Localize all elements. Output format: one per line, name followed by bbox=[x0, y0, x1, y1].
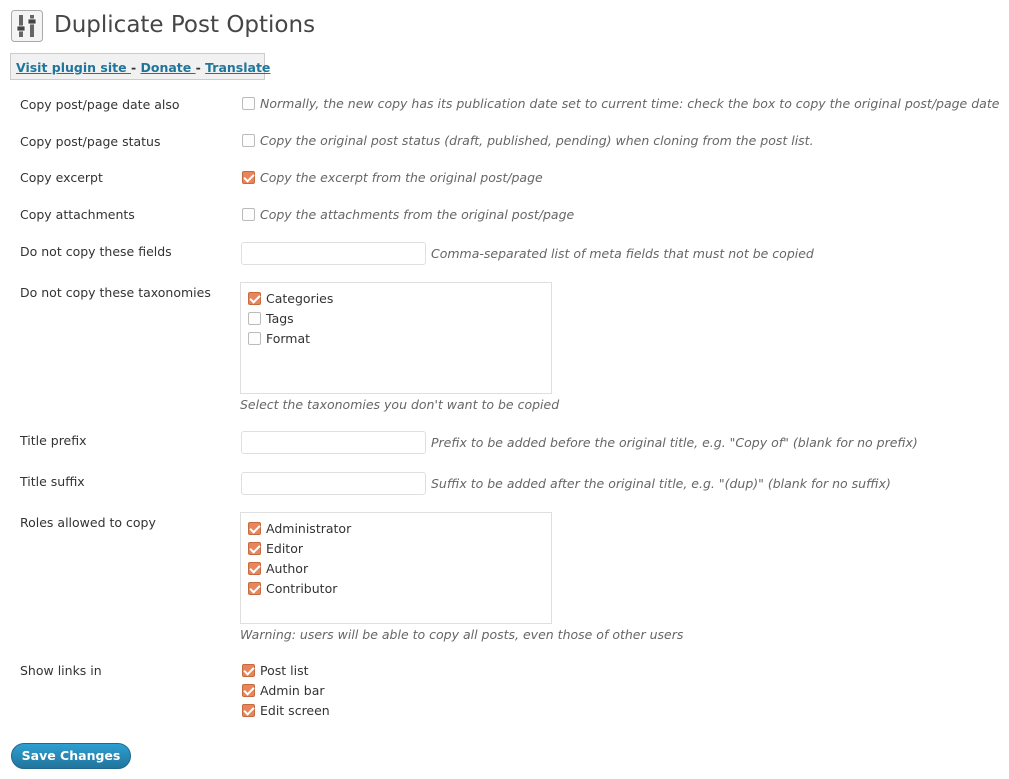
link-separator: - bbox=[195, 60, 206, 75]
role-author-label: Author bbox=[266, 561, 309, 576]
copy-excerpt-description: Copy the excerpt from the original post/… bbox=[260, 170, 543, 185]
role-editor-label: Editor bbox=[266, 541, 303, 556]
settings-sliders-icon bbox=[11, 10, 43, 42]
taxonomy-tags-label: Tags bbox=[266, 311, 294, 326]
title-prefix-description: Prefix to be added before the original t… bbox=[431, 435, 918, 450]
taxonomies-label: Do not copy these taxonomies bbox=[20, 285, 211, 300]
show-edit-screen-checkbox[interactable] bbox=[242, 704, 255, 717]
copy-date-label: Copy post/page date also bbox=[20, 97, 180, 112]
role-contributor-checkbox[interactable] bbox=[248, 582, 261, 595]
copy-attachments-checkbox[interactable] bbox=[242, 208, 255, 221]
role-administrator-label: Administrator bbox=[266, 521, 352, 536]
roles-warning: Warning: users will be able to copy all … bbox=[240, 627, 684, 642]
show-admin-bar-checkbox[interactable] bbox=[242, 684, 255, 697]
donate-link[interactable]: Donate bbox=[140, 60, 195, 75]
copy-status-description: Copy the original post status (draft, pu… bbox=[260, 133, 814, 148]
show-links-label: Show links in bbox=[20, 663, 102, 678]
save-changes-button[interactable]: Save Changes bbox=[11, 743, 131, 769]
show-admin-bar-label: Admin bar bbox=[260, 683, 325, 698]
taxonomy-categories-checkbox[interactable] bbox=[248, 292, 261, 305]
roles-label: Roles allowed to copy bbox=[20, 515, 156, 530]
translate-link[interactable]: Translate bbox=[205, 60, 270, 75]
show-post-list-checkbox[interactable] bbox=[242, 664, 255, 677]
taxonomy-categories-label: Categories bbox=[266, 291, 334, 306]
page-title: Duplicate Post Options bbox=[54, 12, 316, 38]
title-suffix-input[interactable] bbox=[241, 472, 426, 495]
copy-status-checkbox[interactable] bbox=[242, 134, 255, 147]
copy-status-label: Copy post/page status bbox=[20, 134, 161, 149]
title-suffix-description: Suffix to be added after the original ti… bbox=[431, 476, 891, 491]
meta-blacklist-input[interactable] bbox=[241, 242, 426, 265]
copy-excerpt-label: Copy excerpt bbox=[20, 170, 103, 185]
show-edit-screen-label: Edit screen bbox=[260, 703, 330, 718]
taxonomy-format-label: Format bbox=[266, 331, 311, 346]
copy-date-description: Normally, the new copy has its publicati… bbox=[260, 96, 1000, 111]
copy-attachments-label: Copy attachments bbox=[20, 207, 135, 222]
copy-attachments-description: Copy the attachments from the original p… bbox=[260, 207, 575, 222]
role-author-checkbox[interactable] bbox=[248, 562, 261, 575]
role-administrator-checkbox[interactable] bbox=[248, 522, 261, 535]
taxonomy-tags-checkbox[interactable] bbox=[248, 312, 261, 325]
meta-blacklist-label: Do not copy these fields bbox=[20, 244, 172, 259]
copy-date-checkbox[interactable] bbox=[242, 97, 255, 110]
visit-plugin-site-link[interactable]: Visit plugin site bbox=[16, 60, 131, 75]
copy-excerpt-checkbox[interactable] bbox=[242, 171, 255, 184]
title-prefix-label: Title prefix bbox=[20, 433, 87, 448]
plugin-links-bar: Visit plugin site - Donate - Translate bbox=[10, 53, 270, 80]
show-post-list-label: Post list bbox=[260, 663, 309, 678]
taxonomy-format-checkbox[interactable] bbox=[248, 332, 261, 345]
meta-blacklist-description: Comma-separated list of meta fields that… bbox=[431, 246, 814, 261]
title-prefix-input[interactable] bbox=[241, 431, 426, 454]
role-contributor-label: Contributor bbox=[266, 581, 338, 596]
role-editor-checkbox[interactable] bbox=[248, 542, 261, 555]
title-suffix-label: Title suffix bbox=[20, 474, 85, 489]
taxonomies-description: Select the taxonomies you don't want to … bbox=[240, 397, 560, 412]
